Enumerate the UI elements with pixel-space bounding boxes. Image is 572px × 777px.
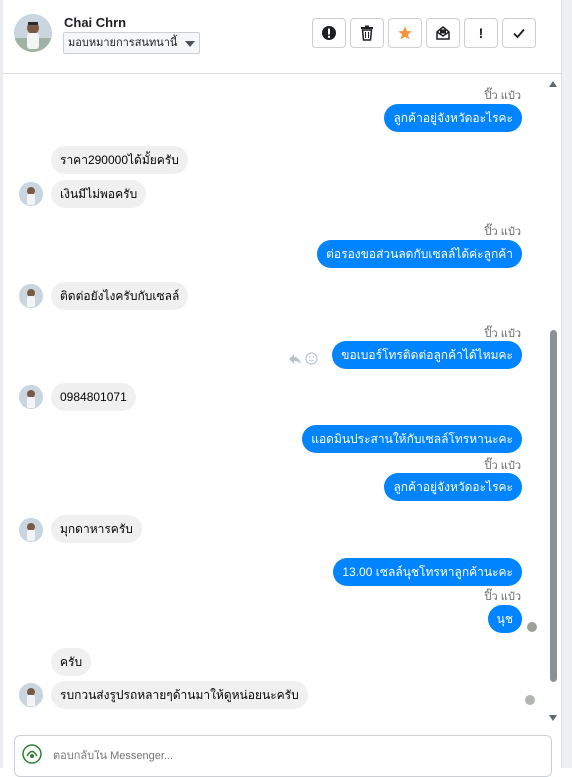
- assign-conversation-dropdown[interactable]: มอบหมายการสนทนานี้: [63, 32, 201, 54]
- contact-name[interactable]: Chai Chrn: [64, 15, 126, 30]
- message-bubble-outgoing[interactable]: 13.00 เซลล์นุชโทรหาลูกค้านะคะ: [333, 558, 522, 586]
- message-bubble-incoming[interactable]: ติดต่อยังไงครับกับเซลล์: [51, 282, 189, 310]
- alert-circle-icon: [322, 26, 336, 40]
- contact-photo: [19, 284, 43, 308]
- delete-button[interactable]: [350, 18, 384, 48]
- message-bubble-incoming[interactable]: มุกดาหารครับ: [51, 515, 142, 543]
- avatar: [19, 683, 43, 707]
- sender-name: ปิ๊ว แป๋ว: [484, 90, 521, 102]
- star-button[interactable]: [388, 18, 422, 48]
- avatar: [19, 385, 43, 409]
- message-bubble-outgoing[interactable]: ต่อรองขอส่วนลดกับเซลล์ได้ค่ะลูกค้า: [317, 240, 522, 268]
- page-avatar: [22, 744, 42, 764]
- emoji-icon[interactable]: [305, 352, 318, 365]
- window-frame-right: [561, 0, 572, 768]
- scrollbar[interactable]: [546, 76, 560, 726]
- message-bubble-incoming[interactable]: เงินมีไม่พอครับ: [51, 180, 147, 208]
- message-input[interactable]: [53, 750, 533, 762]
- avatar: [19, 182, 43, 206]
- mail-icon: [436, 26, 450, 40]
- message-bubble-outgoing[interactable]: ลูกค้าอยู่จังหวัดอะไรคะ: [384, 104, 522, 132]
- sender-name: ปิ๊ว แป๋ว: [484, 591, 521, 603]
- avatar[interactable]: [14, 14, 52, 52]
- star-icon: [398, 26, 412, 40]
- avatar: [19, 518, 43, 542]
- scrollbar-thumb[interactable]: [550, 330, 557, 682]
- follow-up-button[interactable]: !: [464, 18, 498, 48]
- message-bubble-outgoing[interactable]: ขอเบอร์โทรติดต่อลูกค้าได้ไหมคะ: [332, 341, 522, 369]
- exclamation-icon: !: [478, 25, 484, 41]
- page-logo-icon: [22, 744, 42, 764]
- sender-name: ปิ๊ว แป๋ว: [484, 226, 521, 238]
- message-thread[interactable]: ปิ๊ว แป๋ว ลูกค้าอยู่จังหวัดอะไรคะ ราคา29…: [3, 74, 561, 729]
- avatar: [19, 284, 43, 308]
- mark-done-button[interactable]: [502, 18, 536, 48]
- message-bubble-outgoing[interactable]: แอดมินประสานให้กับเซลล์โทรหานะคะ: [302, 425, 522, 453]
- message-bubble-incoming[interactable]: ครับ: [51, 648, 92, 676]
- message-bubble-incoming[interactable]: 0984801071: [51, 383, 136, 411]
- reply-composer[interactable]: [14, 735, 552, 777]
- conversation-header: Chai Chrn มอบหมายการสนทนานี้ !: [3, 0, 561, 74]
- seen-indicator-avatar: [525, 695, 535, 705]
- scroll-down-arrow-icon[interactable]: [549, 715, 557, 721]
- reply-icon[interactable]: [288, 353, 302, 365]
- contact-photo: [19, 385, 43, 409]
- scroll-up-arrow-icon[interactable]: [549, 81, 557, 87]
- trash-icon: [361, 25, 373, 41]
- contact-photo: [19, 182, 43, 206]
- message-bubble-incoming[interactable]: รบกวนส่งรูปรถหลายๆด้านมาให้ดูหน่อยนะครับ: [51, 681, 308, 709]
- sender-name: ปิ๊ว แป๋ว: [484, 460, 521, 472]
- mark-unread-button[interactable]: [426, 18, 460, 48]
- message-bubble-outgoing[interactable]: นุช: [487, 605, 522, 633]
- message-actions: [288, 352, 318, 365]
- checkmark-icon: [513, 28, 525, 39]
- sender-name: ปิ๊ว แป๋ว: [484, 328, 521, 340]
- user-photo: [14, 14, 52, 52]
- mark-spam-button[interactable]: [312, 18, 346, 48]
- seen-indicator-avatar: [527, 622, 537, 632]
- assign-label: มอบหมายการสนทนานี้: [68, 37, 178, 49]
- contact-photo: [19, 683, 43, 707]
- chevron-down-icon: [185, 41, 196, 47]
- message-bubble-outgoing[interactable]: ลูกค้าอยู่จังหวัดอะไรคะ: [384, 473, 522, 501]
- contact-photo: [19, 518, 43, 542]
- message-bubble-incoming[interactable]: ราคา290000ได้มั้ยครับ: [51, 146, 188, 174]
